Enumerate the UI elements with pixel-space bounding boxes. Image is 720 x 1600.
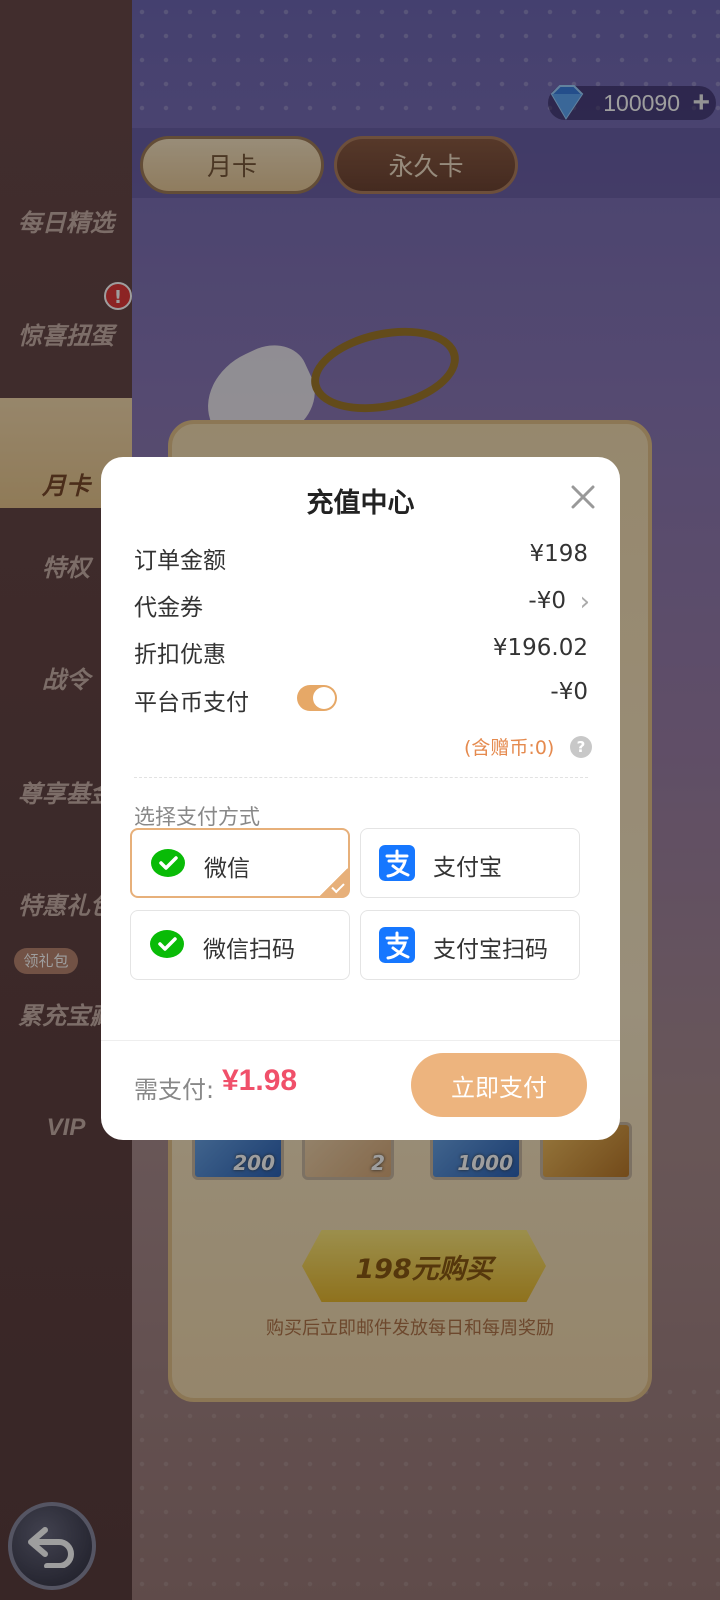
platform-coin-toggle[interactable]	[297, 685, 337, 711]
selected-check-icon	[319, 867, 349, 897]
modal-footer: 需支付: ¥1.98 立即支付	[101, 1040, 620, 1140]
pay-option-label: 支付宝	[433, 855, 502, 881]
recharge-modal: 充值中心 订单金额 ¥198 代金券 -¥0 › 折扣优惠 ¥196.02 平台…	[101, 457, 620, 1140]
discount-value: ¥196.02	[492, 635, 588, 661]
pay-option-label: 微信扫码	[203, 937, 295, 963]
wechat-icon	[151, 849, 185, 877]
pay-option-wechat[interactable]: 微信	[130, 828, 350, 898]
gift-coin-note: (含赠币:0)	[464, 737, 555, 759]
voucher-label: 代金券	[134, 595, 203, 621]
need-pay-amount: ¥1.98	[222, 1064, 298, 1097]
modal-title: 充值中心	[306, 488, 415, 519]
order-amount-value: ¥198	[529, 541, 588, 567]
platform-coin-value: -¥0	[550, 679, 588, 705]
platform-coin-row: 平台币支付 -¥0	[134, 679, 588, 717]
alipay-icon	[379, 927, 415, 963]
platform-coin-label: 平台币支付	[134, 690, 249, 716]
pay-option-alipay[interactable]: 支付宝	[360, 828, 580, 898]
order-amount-row: 订单金额 ¥198	[134, 541, 588, 575]
pay-option-alipay-scan[interactable]: 支付宝扫码	[360, 910, 580, 980]
need-pay-label: 需支付:	[134, 1076, 215, 1104]
pay-option-label: 支付宝扫码	[433, 937, 548, 963]
pay-now-button[interactable]: 立即支付	[411, 1053, 587, 1117]
close-icon[interactable]	[563, 477, 603, 517]
wechat-icon	[150, 930, 184, 958]
discount-label: 折扣优惠	[134, 642, 226, 668]
order-amount-label: 订单金额	[134, 548, 226, 574]
divider	[134, 777, 588, 778]
toggle-knob	[313, 687, 335, 709]
voucher-value: -¥0	[528, 588, 566, 614]
discount-row: 折扣优惠 ¥196.02	[134, 635, 588, 669]
voucher-row[interactable]: 代金券 -¥0 ›	[134, 587, 590, 622]
alipay-icon	[379, 845, 415, 881]
pay-option-wechat-scan[interactable]: 微信扫码	[130, 910, 350, 980]
payment-method-label: 选择支付方式	[134, 805, 260, 829]
help-icon[interactable]: ?	[570, 736, 592, 758]
chevron-right-icon[interactable]: ›	[580, 587, 590, 617]
pay-option-label: 微信	[204, 856, 250, 882]
